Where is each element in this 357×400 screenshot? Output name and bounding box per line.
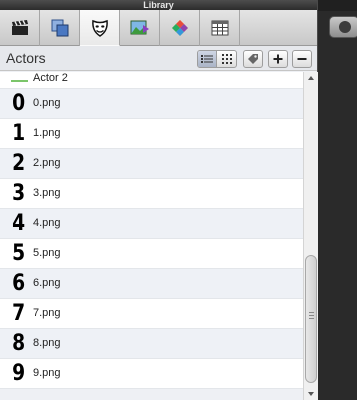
list-item[interactable]: 2 2.png — [0, 149, 303, 179]
list-item[interactable]: 7 7.png — [0, 299, 303, 329]
clapperboard-icon — [11, 20, 28, 35]
actors-header: Actors — [0, 46, 317, 71]
list-item-label: 6.png — [33, 277, 61, 289]
list-item[interactable]: 0 0.png — [0, 89, 303, 119]
list-item[interactable]: 8 8.png — [0, 329, 303, 359]
list-item-label: 3.png — [33, 187, 61, 199]
image-gallery-icon — [130, 20, 149, 35]
table-icon — [211, 20, 228, 36]
section-title: Actors — [6, 50, 46, 66]
adjacent-panel-header — [318, 0, 357, 11]
digit-image-icon: 0 — [12, 91, 26, 116]
list-item-label: 7.png — [33, 307, 61, 319]
tag-button[interactable] — [243, 50, 263, 68]
library-tab-bar — [0, 10, 317, 46]
actor-line-icon — [11, 80, 28, 82]
list-item-label: 0.png — [33, 97, 61, 109]
digit-image-icon: 2 — [12, 151, 26, 176]
list-item[interactable]: 3 3.png — [0, 179, 303, 209]
grid-view-icon — [221, 54, 232, 64]
grid-view-button[interactable] — [217, 51, 236, 67]
digit-image-icon: 1 — [12, 121, 26, 146]
list-item-label: 5.png — [33, 247, 61, 259]
list-item[interactable]: 6 6.png — [0, 269, 303, 299]
list-view-icon — [201, 55, 214, 63]
tag-icon — [248, 54, 258, 64]
digit-image-icon: 7 — [12, 301, 26, 326]
record-button[interactable] — [329, 16, 357, 38]
grip-icon — [309, 312, 314, 319]
palette-icon — [171, 20, 188, 36]
list-item[interactable]: Actor 2 — [0, 72, 303, 89]
tab-tables[interactable] — [200, 10, 240, 46]
list-item-label: 4.png — [33, 217, 61, 229]
tab-colors[interactable] — [160, 10, 200, 46]
scroll-down-arrow-icon[interactable] — [308, 392, 314, 396]
digit-image-icon: 4 — [12, 211, 26, 236]
minus-icon — [297, 58, 307, 60]
remove-actor-button[interactable] — [292, 50, 312, 68]
view-mode-toggle — [197, 50, 237, 68]
vertical-scrollbar[interactable] — [303, 72, 318, 400]
window-title: Library — [0, 0, 317, 10]
list-item-label: 8.png — [33, 337, 61, 349]
tab-scenes[interactable] — [0, 10, 40, 46]
list-view-button[interactable] — [198, 51, 218, 67]
adjacent-panel — [318, 0, 357, 400]
list-item[interactable]: 5 5.png — [0, 239, 303, 269]
list-item[interactable]: 1 1.png — [0, 119, 303, 149]
list-item-label: 9.png — [33, 367, 61, 379]
plus-icon — [273, 54, 283, 64]
tab-actors[interactable] — [80, 10, 120, 46]
list-item[interactable]: 4 4.png — [0, 209, 303, 239]
list-item-label: 1.png — [33, 127, 61, 139]
actor-mask-icon — [91, 19, 108, 37]
layers-icon — [51, 19, 68, 37]
digit-image-icon: 5 — [12, 241, 26, 266]
digit-image-icon: 8 — [12, 331, 26, 356]
list-item-label: 2.png — [33, 157, 61, 169]
tab-layers[interactable] — [40, 10, 80, 46]
library-panel: Library Actors Actor 2 0 0.png 1 1.png 2… — [0, 0, 318, 400]
scroll-up-arrow-icon[interactable] — [308, 76, 314, 80]
digit-image-icon: 3 — [12, 181, 26, 206]
tab-media[interactable] — [120, 10, 160, 46]
add-actor-button[interactable] — [268, 50, 288, 68]
actors-list-view: Actor 2 0 0.png 1 1.png 2 2.png 3 3.png … — [0, 72, 318, 400]
digit-image-icon: 6 — [12, 271, 26, 296]
scrollbar-thumb[interactable] — [305, 255, 317, 383]
digit-image-icon: 9 — [12, 361, 26, 386]
list-item-label: Actor 2 — [33, 72, 68, 84]
actors-list: Actor 2 0 0.png 1 1.png 2 2.png 3 3.png … — [0, 72, 303, 389]
list-item[interactable]: 9 9.png — [0, 359, 303, 389]
